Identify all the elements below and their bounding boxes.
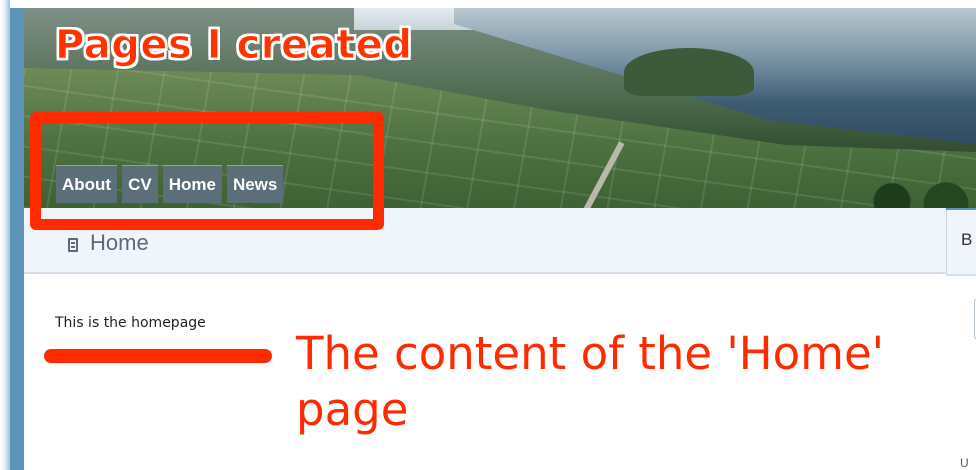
nav-tab-home[interactable]: Home xyxy=(162,165,222,203)
main-content: Home This is the homepage The content of… xyxy=(24,208,946,470)
page-body-text: This is the homepage xyxy=(55,315,206,331)
header-island xyxy=(624,48,754,96)
annotation-underline xyxy=(44,349,272,363)
annotation-pages-created: Pages I created xyxy=(54,22,413,69)
window-left-edge xyxy=(0,0,10,470)
window-top-edge xyxy=(0,0,976,8)
nav-tab-about[interactable]: About xyxy=(56,165,118,203)
page-navigation: About CV Home News xyxy=(56,165,284,203)
annotation-content-callout: The content of the 'Home' page xyxy=(296,327,885,436)
page-title: Home xyxy=(90,230,149,255)
sidebar: B U xyxy=(946,210,976,470)
nav-tab-cv[interactable]: CV xyxy=(122,165,158,203)
sidebar-header: B xyxy=(946,210,976,276)
nav-tab-news[interactable]: News xyxy=(226,165,284,203)
header-trees xyxy=(856,176,976,208)
sidebar-header-label: B xyxy=(961,230,973,249)
page-icon xyxy=(68,238,78,252)
sidebar-bottom-label: U xyxy=(960,456,969,470)
